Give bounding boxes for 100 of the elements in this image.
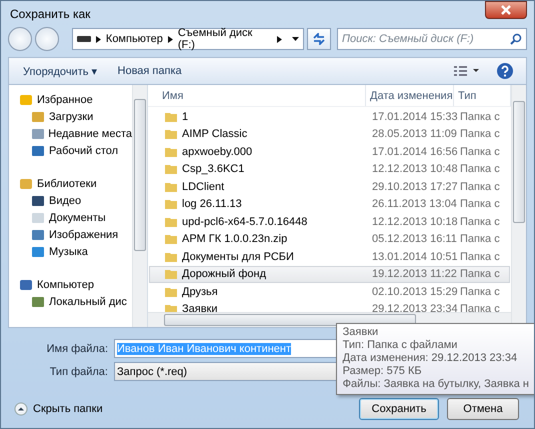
type-cell-text: Папка с [459, 286, 501, 298]
file-row[interactable]: 1 17.01.2014 15:33 Папка с [149, 108, 510, 126]
cancel-button[interactable]: Отмена [447, 398, 519, 420]
file-row[interactable]: Csp_3.6KC1 12.12.2013 10:48 Папка с [149, 160, 510, 178]
hide-folders-button[interactable]: Скрыть папки [8, 402, 103, 416]
date-cell-text: 17.01.2014 16:56 [371, 146, 456, 158]
file-row[interactable]: log 26.11.13 26.11.2013 13:04 Папка с [149, 196, 510, 213]
date-cell-text: 05.12.2013 16:11 [371, 233, 456, 246]
file-row[interactable]: AIMP Classic 28.05.2013 11:09 Папка с [149, 126, 510, 143]
type-cell-text: Папка с [459, 268, 501, 280]
type-cell-text: Папка с [459, 146, 501, 158]
folder-icon [164, 216, 178, 228]
nav-item[interactable]: Документы [9, 209, 132, 226]
address-bar[interactable]: Компьютер Съемный диск (F:) [72, 28, 304, 50]
file-row[interactable]: Документы для РСБИ 13.01.2014 10:51 Папка с [149, 248, 510, 266]
file-name: Заявки [182, 303, 218, 312]
folder-icon [164, 180, 178, 193]
list-view-icon [454, 66, 480, 76]
date-cell-text: 13.01.2014 10:51 [371, 250, 456, 263]
file-row[interactable]: LDClient 29.10.2013 17:27 Папка с [149, 178, 510, 196]
file-name-label: Имя файла: [46, 342, 109, 354]
close-button[interactable] [485, 1, 527, 19]
type-cell-text: Папка с [459, 233, 501, 246]
file-name: AIMP Classic [182, 128, 248, 140]
tooltip-line: Размер: 575 КБ [342, 365, 423, 378]
folder-icon [164, 286, 178, 298]
breadcrumb[interactable]: Компьютер [106, 33, 163, 45]
nav-item[interactable]: Локальный дис [9, 293, 132, 310]
type-cell-text: Папка с [459, 303, 501, 312]
nav-group[interactable]: Избранное [9, 91, 132, 108]
file-type-label: Тип файла: [48, 366, 109, 378]
nav-group[interactable]: Компьютер [9, 276, 132, 293]
file-row[interactable]: АРМ ГК 1.0.0.23n.zip 05.12.2013 16:11 Папка с [149, 230, 510, 248]
type-cell-text: Папка с [459, 163, 501, 176]
folder-icon [164, 233, 178, 246]
nav-item[interactable]: Загрузки [9, 108, 132, 125]
file-name: Друзья [182, 286, 218, 298]
window-title: Сохранить как [9, 7, 90, 21]
type-cell-text: Папка с [459, 216, 501, 228]
save-button[interactable]: Сохранить [359, 398, 439, 420]
date-cell-text: 28.05.2013 11:09 [371, 128, 456, 140]
nav-item[interactable]: Изображения [9, 226, 132, 243]
file-row[interactable]: Друзья 02.10.2013 15:29 Папка с [149, 283, 510, 300]
type-cell-text: Папка с [459, 180, 501, 193]
type-cell-text: Папка с [459, 250, 501, 263]
file-name: upd-pcl6-x64-5.7.0.16448 [182, 216, 308, 228]
refresh-button[interactable] [307, 28, 331, 50]
refresh-icon [312, 33, 326, 45]
back-button[interactable] [8, 27, 32, 51]
nav-item[interactable]: Музыка [9, 243, 132, 260]
dropdown-icon [292, 37, 299, 41]
scrollbar[interactable] [132, 85, 147, 327]
chevron-icon [96, 36, 101, 42]
folder-icon [164, 128, 178, 140]
folder-icon [164, 163, 178, 176]
tooltip-line: Тип: Папка с файлами [342, 339, 458, 352]
nav-group[interactable]: Библиотеки [9, 175, 132, 192]
nav-item[interactable]: Рабочий стол [9, 142, 132, 159]
folder-icon [164, 146, 178, 158]
search-icon [510, 33, 522, 45]
breadcrumb[interactable]: Съемный диск (F:) [178, 27, 272, 51]
date-cell-text: 12.12.2013 10:48 [371, 163, 456, 176]
file-name: apxwoeby.000 [182, 146, 252, 158]
file-row[interactable]: upd-pcl6-x64-5.7.0.16448 12.12.2013 10:18 Папка с [149, 213, 510, 230]
folder-icon [164, 110, 178, 123]
date-cell-text: 19.12.2013 11:22 [371, 268, 456, 280]
close-icon [500, 5, 512, 15]
file-name: LDClient [182, 180, 224, 193]
new-folder-button[interactable]: Новая папка [112, 63, 188, 79]
file-row[interactable]: Дорожный фонд 19.12.2013 11:22 Папка с [149, 266, 510, 283]
file-name: АРМ ГК 1.0.0.23n.zip [182, 233, 288, 246]
type-cell-text: Папка с [459, 128, 501, 140]
file-name: Дорожный фонд [182, 268, 266, 280]
file-name: 1 [182, 110, 188, 123]
nav-item[interactable]: Видео [9, 192, 132, 209]
file-name: log 26.11.13 [182, 198, 242, 210]
date-cell-text: 02.10.2013 15:29 [371, 286, 456, 298]
date-cell-text: 29.10.2013 17:27 [371, 180, 456, 193]
column-header[interactable]: Имя [148, 85, 366, 106]
chevron-icon [277, 36, 282, 42]
chevron-icon [168, 36, 173, 42]
folder-icon [164, 198, 178, 210]
date-cell-text: 12.12.2013 10:18 [371, 216, 456, 228]
folder-icon [164, 268, 178, 280]
forward-button[interactable] [35, 27, 59, 51]
column-header[interactable]: Дата изменения [366, 85, 454, 106]
search-field[interactable]: Поиск: Съемный диск (F:) [337, 28, 527, 50]
nav-item[interactable]: Недавние места [9, 125, 132, 142]
tooltip-line: Файлы: Заявка на бутылку, Заявка н [342, 378, 529, 391]
file-row[interactable]: apxwoeby.000 17.01.2014 16:56 Папка с [149, 143, 510, 160]
date-cell-text: 29.12.2013 23:34 [371, 303, 456, 312]
file-name: Документы для РСБИ [182, 250, 294, 263]
organize-button[interactable]: Упорядочить ▾ [17, 62, 104, 80]
tooltip-line: Заявки [342, 326, 380, 339]
date-cell-text: 17.01.2014 15:33 [371, 110, 456, 123]
folder-icon [164, 250, 178, 263]
help-icon [496, 62, 514, 80]
date-cell-text: 26.11.2013 13:04 [371, 198, 456, 210]
file-row[interactable]: Заявки 29.12.2013 23:34 Папка с [149, 300, 510, 312]
type-cell-text: Папка с [459, 110, 501, 123]
